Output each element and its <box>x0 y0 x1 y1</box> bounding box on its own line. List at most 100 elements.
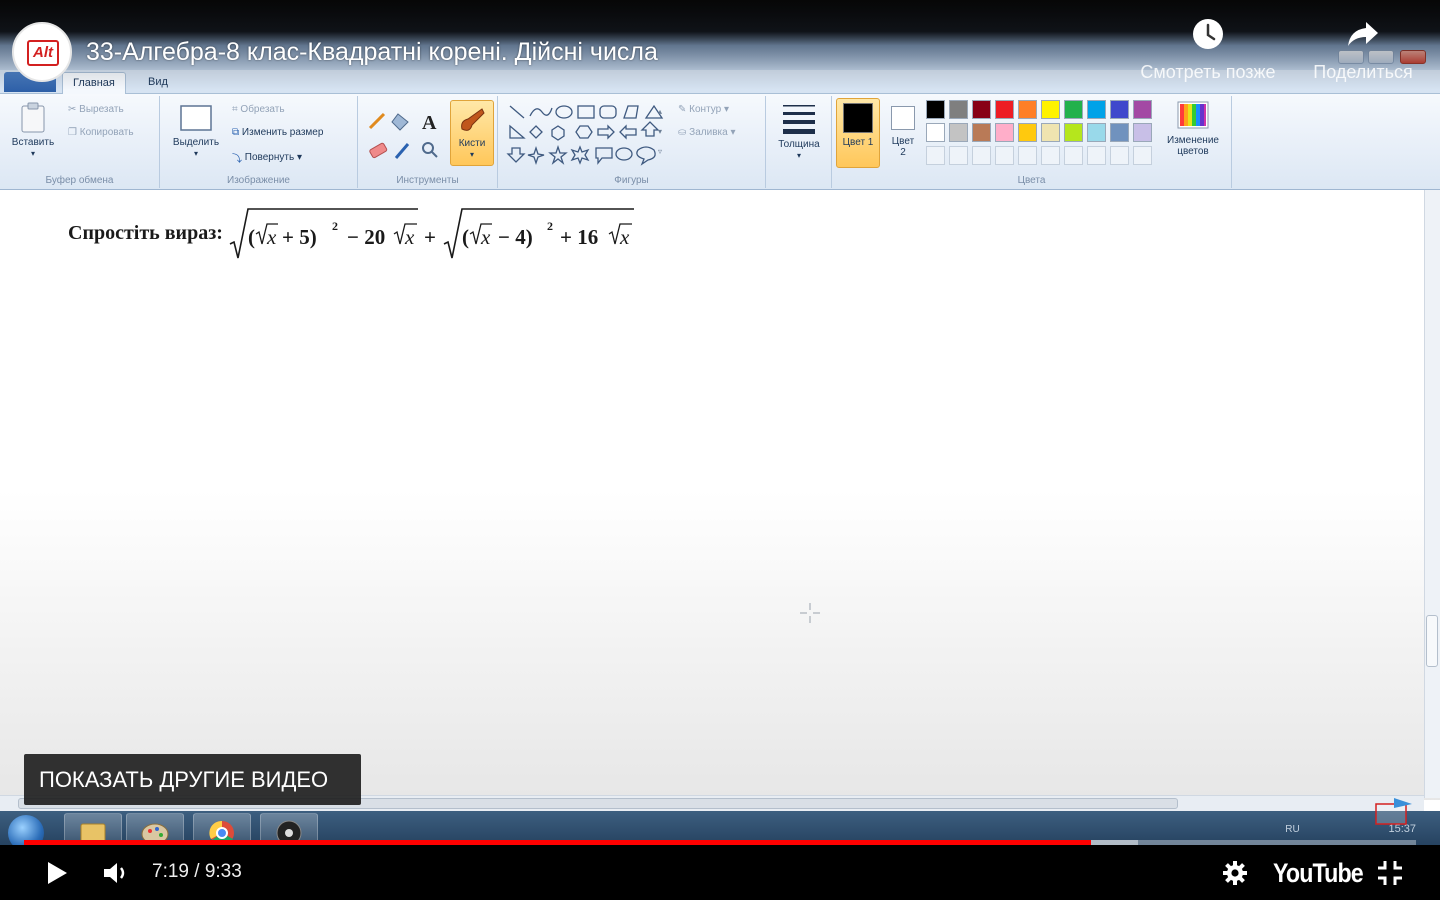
math-paren-open-2: ( <box>462 225 469 249</box>
tools-icons: A <box>368 112 438 159</box>
eraser-icon[interactable] <box>369 142 388 159</box>
right-triangle-shape-icon <box>509 124 526 139</box>
outer-radical-2 <box>443 208 634 259</box>
outline-label: Контур <box>689 104 722 116</box>
paste-label: Вставить <box>11 137 55 148</box>
play-icon[interactable] <box>44 859 70 887</box>
copy-icon: ❐ <box>68 127 77 138</box>
math-x-2: x <box>404 225 415 249</box>
share-label: Поделиться <box>1313 62 1413 82</box>
fill-button[interactable]: ⛀ Заливка ▾ <box>678 127 735 138</box>
text-tool-icon[interactable]: A <box>422 112 437 134</box>
crop-button[interactable]: ⌗ Обрезать <box>232 104 285 115</box>
palette-empty-swatch[interactable] <box>972 146 991 165</box>
tray-language[interactable]: RU <box>1285 824 1299 835</box>
size-button[interactable]: Толщина ▾ <box>770 102 828 161</box>
palette-swatch[interactable] <box>949 100 968 119</box>
palette-empty-swatch[interactable] <box>1064 146 1083 165</box>
math-paren-open-1: ( <box>248 225 255 249</box>
vertical-scroll-thumb[interactable] <box>1426 615 1438 667</box>
math-plus-middle: + <box>424 225 436 249</box>
image-group-label: Изображение <box>227 175 290 186</box>
color1-button[interactable]: Цвет 1 <box>836 98 880 168</box>
math-x-1: x <box>266 225 277 249</box>
palette-empty-swatch[interactable] <box>995 146 1014 165</box>
palette-empty-swatch[interactable] <box>949 146 968 165</box>
palette-swatch[interactable] <box>995 123 1014 142</box>
channel-avatar[interactable]: Alt <box>12 22 72 82</box>
palette-swatch[interactable] <box>949 123 968 142</box>
pentagon-shape-icon <box>551 125 565 141</box>
palette-swatch[interactable] <box>1041 100 1060 119</box>
crop-icon: ⌗ <box>232 104 238 115</box>
colors-group-label: Цвета <box>1017 175 1046 186</box>
right-arrow-shape-icon <box>597 124 615 140</box>
palette-swatch[interactable] <box>995 100 1014 119</box>
image-group: Выделить ▾ ⌗ Обрезать ⧉ Изменить размер … <box>160 96 358 188</box>
copy-button[interactable]: ❐ Копировать <box>68 127 134 138</box>
watch-later-button[interactable]: Смотреть позже <box>1128 18 1288 83</box>
palette-swatch[interactable] <box>1133 100 1152 119</box>
five-point-star-shape-icon <box>548 144 568 165</box>
shapes-gallery[interactable] <box>506 102 672 168</box>
volume-icon[interactable] <box>102 860 132 886</box>
brushes-button[interactable]: Кисти ▾ <box>450 100 494 166</box>
color2-button[interactable]: Цвет 2 <box>882 98 924 168</box>
color-picker-icon[interactable] <box>394 143 410 159</box>
copy-label: Копировать <box>79 127 134 139</box>
channel-watermark-icon[interactable] <box>1372 796 1416 826</box>
fill-bucket-icon[interactable] <box>391 113 409 131</box>
tab-view[interactable]: Вид <box>138 72 178 94</box>
palette-swatch[interactable] <box>1133 123 1152 142</box>
palette-swatch[interactable] <box>1018 100 1037 119</box>
resize-button[interactable]: ⧉ Изменить размер <box>232 127 323 138</box>
palette-swatch[interactable] <box>1087 123 1106 142</box>
palette-empty-swatch[interactable] <box>926 146 945 165</box>
clipboard-icon <box>21 102 45 133</box>
settings-gear-icon[interactable] <box>1222 860 1248 886</box>
palette-swatch[interactable] <box>926 123 945 142</box>
edit-colors-label: Изменение цветов <box>1167 135 1219 157</box>
palette-swatch[interactable] <box>972 100 991 119</box>
cloud-callout-shape-icon <box>636 146 656 166</box>
select-button[interactable]: Выделить ▾ <box>166 102 226 159</box>
line-shape-icon <box>509 105 525 119</box>
math-minus20: − 20 <box>347 225 385 249</box>
more-videos-button[interactable]: ПОКАЗАТЬ ДРУГИЕ ВИДЕО <box>24 754 361 805</box>
palette-empty-swatch[interactable] <box>1110 146 1129 165</box>
six-point-star-shape-icon <box>570 145 590 165</box>
video-frame[interactable]: Главная Вид Вставить ▾ ✂ Вырезать ❐ Копи… <box>0 0 1440 855</box>
palette-swatch[interactable] <box>926 100 945 119</box>
shapes-gallery-scroll[interactable]: ▴ ▾ ▿ <box>658 102 662 162</box>
clock-icon <box>1193 19 1223 49</box>
edit-colors-button[interactable]: Изменение цветов <box>1158 100 1228 157</box>
fill-icon: ⛀ <box>678 127 687 138</box>
palette-swatch[interactable] <box>1087 100 1106 119</box>
palette-empty-swatch[interactable] <box>1087 146 1106 165</box>
palette-swatch[interactable] <box>972 123 991 142</box>
exit-fullscreen-icon[interactable] <box>1376 859 1404 887</box>
palette-swatch[interactable] <box>1064 123 1083 142</box>
video-title[interactable]: 33-Алгебра-8 клас-Квадратні корені. Дійс… <box>86 38 658 67</box>
palette-empty-swatch[interactable] <box>1041 146 1060 165</box>
share-button[interactable]: Поделиться <box>1302 18 1424 83</box>
paste-button[interactable]: Вставить ▾ <box>6 102 60 159</box>
rotate-button[interactable]: ⤵ Повернуть ▾ <box>232 150 302 165</box>
outline-button[interactable]: ✎ Контур ▾ <box>678 104 729 115</box>
palette-empty-swatch[interactable] <box>1133 146 1152 165</box>
palette-swatch[interactable] <box>1018 123 1037 142</box>
edit-colors-icon <box>1177 101 1209 129</box>
youtube-logo[interactable]: YouTube <box>1273 858 1364 889</box>
palette-swatch[interactable] <box>1041 123 1060 142</box>
palette-swatch[interactable] <box>1064 100 1083 119</box>
palette-empty-swatch[interactable] <box>1018 146 1037 165</box>
magnifier-icon[interactable] <box>422 142 438 158</box>
oval-callout-shape-icon <box>615 147 633 161</box>
palette-swatch[interactable] <box>1110 123 1129 142</box>
vertical-scrollbar[interactable] <box>1424 190 1440 798</box>
tab-home[interactable]: Главная <box>62 72 126 94</box>
select-rectangle-icon <box>180 105 212 131</box>
palette-swatch[interactable] <box>1110 100 1129 119</box>
pencil-icon[interactable] <box>368 112 386 130</box>
cut-button[interactable]: ✂ Вырезать <box>68 104 124 115</box>
